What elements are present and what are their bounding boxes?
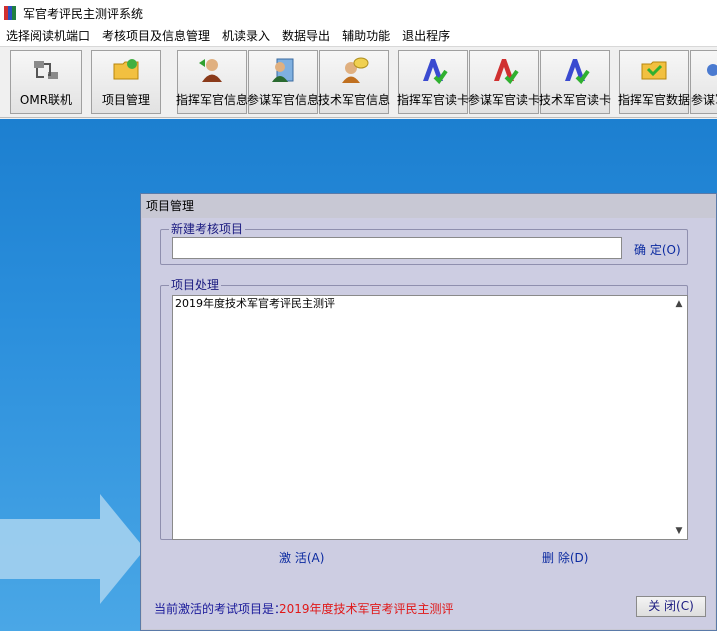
window-title: 军官考评民主测评系统 xyxy=(23,6,144,21)
close-button[interactable]: 关 闭(C) xyxy=(636,596,706,617)
project-handling-legend: 项目处理 xyxy=(169,278,222,292)
staff-read-card-button[interactable]: 参谋军官读卡 xyxy=(468,50,541,114)
menu-machine-read-entry[interactable]: 机读录入 xyxy=(216,27,276,45)
toolbar-label: 指挥军官读卡 xyxy=(397,93,470,107)
menu-data-export[interactable]: 数据导出 xyxy=(276,27,336,45)
dialog-body: 新建考核项目 确 定(O) 项目处理 2019年度技术军官考评民主测评 ▲ ▼ … xyxy=(142,218,715,629)
staff-info-button[interactable]: 参谋军官信息 xyxy=(247,50,320,114)
commander-person-icon xyxy=(199,59,222,82)
window-titlebar: 军官考评民主测评系统 xyxy=(0,0,717,26)
menu-bar: 选择阅读机端口 考核项目及信息管理 机读录入 数据导出 辅助功能 退出程序 xyxy=(0,26,717,46)
toolbar-label: 技术军官信息 xyxy=(318,93,391,107)
active-project-label: 当前激活的考试项目是： xyxy=(154,602,287,616)
menu-auxiliary-functions[interactable]: 辅助功能 xyxy=(336,27,396,45)
toolbar-label: 技术军官读卡 xyxy=(539,93,612,107)
toolbar-label: 参谋军官信息 xyxy=(247,93,320,107)
omr-connect-button[interactable]: OMR联机 xyxy=(10,50,82,114)
scroll-down-icon[interactable]: ▼ xyxy=(671,523,687,539)
tech-read-card-icon xyxy=(565,59,590,85)
omr-connect-icon xyxy=(34,61,58,79)
toolbar-label: OMR联机 xyxy=(19,93,73,107)
toolbar-label: 项目管理 xyxy=(101,93,150,107)
toolbar-label: 指挥军官数据 xyxy=(618,93,691,107)
project-listbox[interactable]: 2019年度技术军官考评民主测评 ▲ ▼ xyxy=(172,295,688,540)
commander-data-icon xyxy=(641,61,667,80)
menu-select-reader-port[interactable]: 选择阅读机端口 xyxy=(0,27,96,45)
decorative-arrow-icon xyxy=(0,494,145,604)
staff-data-icon xyxy=(707,64,717,76)
commander-read-card-icon xyxy=(423,59,448,85)
tech-info-button[interactable]: 技术军官信息 xyxy=(318,50,391,114)
toolbar-label: 参谋军 xyxy=(691,93,717,107)
project-management-dialog: 项目管理 新建考核项目 确 定(O) 项目处理 2019年度技术军官考评民主测评… xyxy=(140,193,717,631)
new-project-legend: 新建考核项目 xyxy=(169,222,246,236)
activate-button[interactable]: 激 活(A) xyxy=(279,549,324,566)
staff-person-icon xyxy=(272,58,294,82)
new-project-input[interactable] xyxy=(172,237,622,259)
menu-exit-program[interactable]: 退出程序 xyxy=(396,27,456,45)
tech-read-card-button[interactable]: 技术军官读卡 xyxy=(539,50,612,114)
commander-data-button[interactable]: 指挥军官数据 xyxy=(618,50,691,114)
commander-read-card-button[interactable]: 指挥军官读卡 xyxy=(397,50,470,114)
delete-button[interactable]: 删 除(D) xyxy=(542,549,588,566)
scroll-up-icon[interactable]: ▲ xyxy=(671,296,687,312)
toolbar-label: 参谋军官读卡 xyxy=(468,93,541,107)
active-project-value: 2019年度技术军官考评民主测评 xyxy=(279,602,454,616)
tech-person-icon xyxy=(342,57,369,83)
list-item[interactable]: 2019年度技术军官考评民主测评 xyxy=(173,296,687,312)
staff-read-card-icon xyxy=(494,59,519,85)
confirm-button[interactable]: 确 定(O) xyxy=(634,241,681,258)
commander-info-button[interactable]: 指挥军官信息 xyxy=(176,50,249,114)
project-management-button[interactable]: 项目管理 xyxy=(91,50,161,114)
folder-project-icon xyxy=(113,59,139,80)
toolbar-label: 指挥军官信息 xyxy=(176,93,249,107)
menu-project-info-management[interactable]: 考核项目及信息管理 xyxy=(96,27,216,45)
listbox-scrollbar[interactable]: ▲ ▼ xyxy=(671,296,687,539)
staff-data-button[interactable]: 参谋军 xyxy=(690,50,717,114)
toolbar: OMR联机 项目管理 指挥军官信息 参谋军官信息 技术军官信息 指挥军官读卡 参… xyxy=(0,46,717,118)
dialog-title: 项目管理 xyxy=(141,194,716,218)
app-icon xyxy=(4,6,18,20)
